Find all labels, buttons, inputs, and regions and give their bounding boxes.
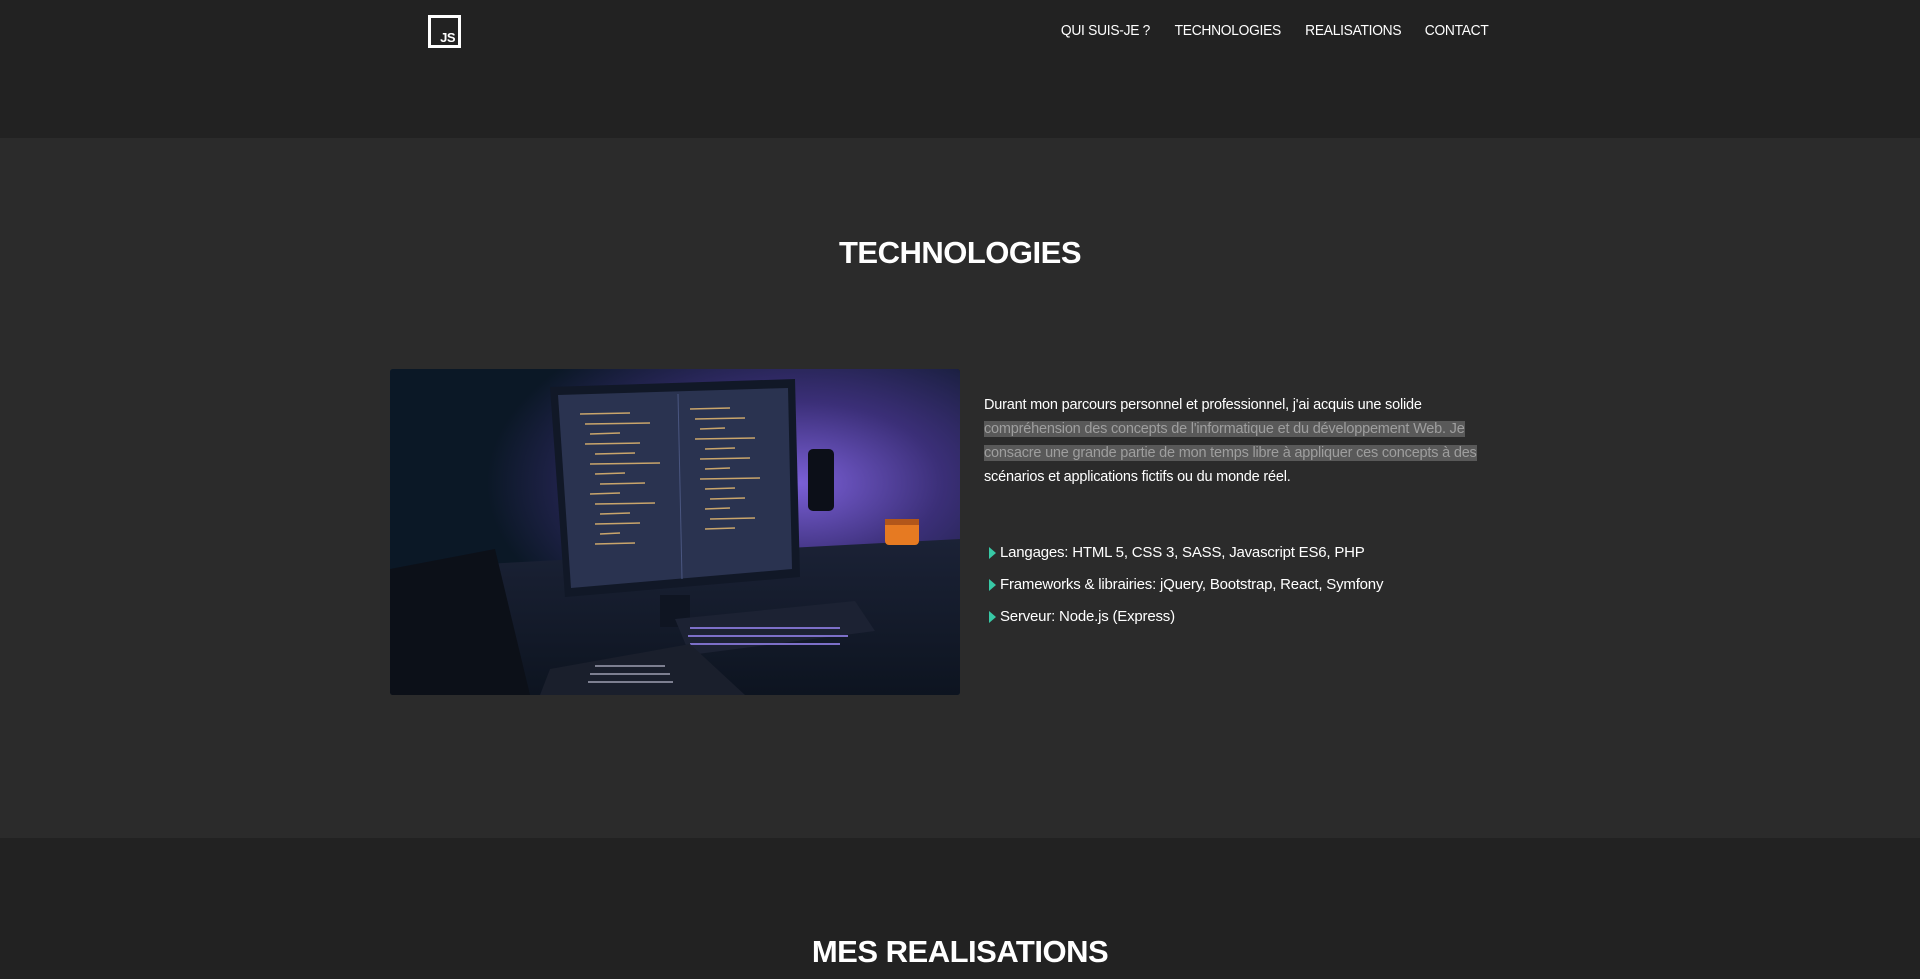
tech-list: Langages: HTML 5, CSS 3, SASS, Javascrip… (984, 537, 1504, 633)
tech-item-text: Serveur: Node.js (Express) (1000, 608, 1175, 625)
intro-start: Durant mon parcours personnel et profess… (984, 397, 1422, 413)
site-header: JS QUI SUIS-JE ? TECHNOLOGIES REALISATIO… (0, 0, 1920, 138)
intro-end: scénarios et applications fictifs ou du … (984, 469, 1291, 485)
nav-link-technologies[interactable]: TECHNOLOGIES (1174, 22, 1281, 39)
caret-right-icon (989, 611, 996, 623)
tech-list-item-frameworks: Frameworks & librairies: jQuery, Bootstr… (984, 569, 1504, 601)
tech-list-item-serveur: Serveur: Node.js (Express) (984, 601, 1504, 633)
main-nav: QUI SUIS-JE ? TECHNOLOGIES REALISATIONS … (1057, 22, 1491, 39)
realisations-section: MES REALISATIONS (0, 838, 1920, 979)
technologies-text: Durant mon parcours personnel et profess… (984, 393, 1504, 633)
desk-setup-photo (390, 369, 960, 695)
nav-link-qui-suis-je[interactable]: QUI SUIS-JE ? (1061, 22, 1150, 39)
nav-link-contact[interactable]: CONTACT (1424, 22, 1488, 39)
caret-right-icon (989, 579, 996, 591)
tech-item-text: Frameworks & librairies: jQuery, Bootstr… (1000, 576, 1384, 593)
logo[interactable]: JS (428, 15, 461, 48)
technologies-title: TECHNOLOGIES (838, 235, 1082, 270)
logo-text: JS (440, 30, 455, 45)
tech-item-text: Langages: HTML 5, CSS 3, SASS, Javascrip… (1000, 544, 1365, 561)
intro-paragraph: Durant mon parcours personnel et profess… (984, 393, 1504, 489)
tech-list-item-langages: Langages: HTML 5, CSS 3, SASS, Javascrip… (984, 537, 1504, 569)
nav-link-realisations[interactable]: REALISATIONS (1305, 22, 1401, 39)
caret-right-icon (989, 547, 996, 559)
intro-highlight: compréhension des concepts de l'informat… (984, 421, 1477, 461)
technologies-section: TECHNOLOGIES Durant mon parcours personn… (0, 138, 1920, 838)
realisations-title: MES REALISATIONS (811, 934, 1109, 969)
